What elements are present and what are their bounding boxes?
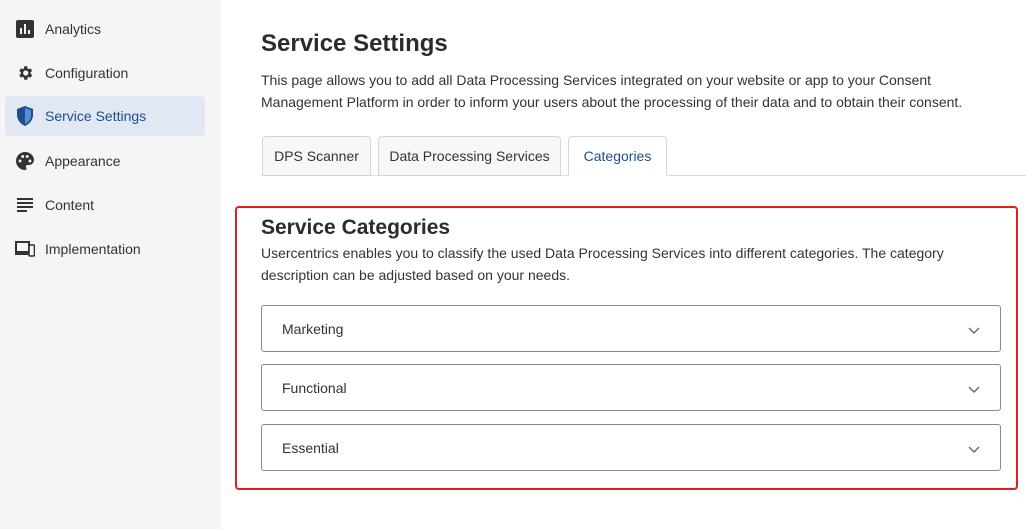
- sidebar-item-label: Implementation: [45, 241, 141, 257]
- main-content: Service Settings This page allows you to…: [221, 0, 1026, 529]
- sidebar-item-label: Configuration: [45, 65, 129, 81]
- palette-icon: [15, 151, 35, 171]
- tab-categories[interactable]: Categories: [568, 136, 667, 176]
- sidebar-item-label: Content: [45, 197, 95, 213]
- sidebar-item-label: Service Settings: [45, 108, 147, 124]
- section-title: Service Categories: [261, 216, 451, 239]
- category-accordion-marketing[interactable]: Marketing: [261, 305, 1001, 352]
- tab-dps-scanner[interactable]: DPS Scanner: [262, 136, 371, 176]
- category-accordion-functional[interactable]: Functional: [261, 364, 1001, 411]
- page-title: Service Settings: [261, 30, 448, 57]
- sidebar: Analytics Configuration Service Settings…: [0, 0, 221, 529]
- category-label: Functional: [282, 380, 347, 396]
- bar-chart-icon: [15, 19, 35, 39]
- tab-data-processing-services[interactable]: Data Processing Services: [378, 136, 561, 176]
- sidebar-item-service-settings[interactable]: Service Settings: [5, 96, 205, 136]
- category-accordion-essential[interactable]: Essential: [261, 424, 1001, 471]
- category-label: Essential: [282, 440, 339, 456]
- sidebar-item-analytics[interactable]: Analytics: [5, 9, 205, 49]
- chevron-down-icon: [968, 327, 980, 334]
- sidebar-item-appearance[interactable]: Appearance: [5, 141, 205, 181]
- gear-icon: [15, 63, 35, 83]
- sidebar-item-label: Appearance: [45, 153, 121, 169]
- sidebar-item-label: Analytics: [45, 21, 102, 37]
- chevron-down-icon: [968, 446, 980, 453]
- sidebar-item-configuration[interactable]: Configuration: [5, 53, 205, 93]
- chevron-down-icon: [968, 386, 980, 393]
- sidebar-item-implementation[interactable]: Implementation: [5, 229, 205, 269]
- section-description: Usercentrics enables you to classify the…: [261, 245, 944, 283]
- category-label: Marketing: [282, 321, 344, 337]
- page-description: This page allows you to add all Data Pro…: [261, 72, 963, 110]
- sidebar-item-content[interactable]: Content: [5, 185, 205, 225]
- devices-icon: [15, 239, 35, 259]
- shield-icon: [15, 106, 35, 126]
- text-lines-icon: [15, 195, 35, 215]
